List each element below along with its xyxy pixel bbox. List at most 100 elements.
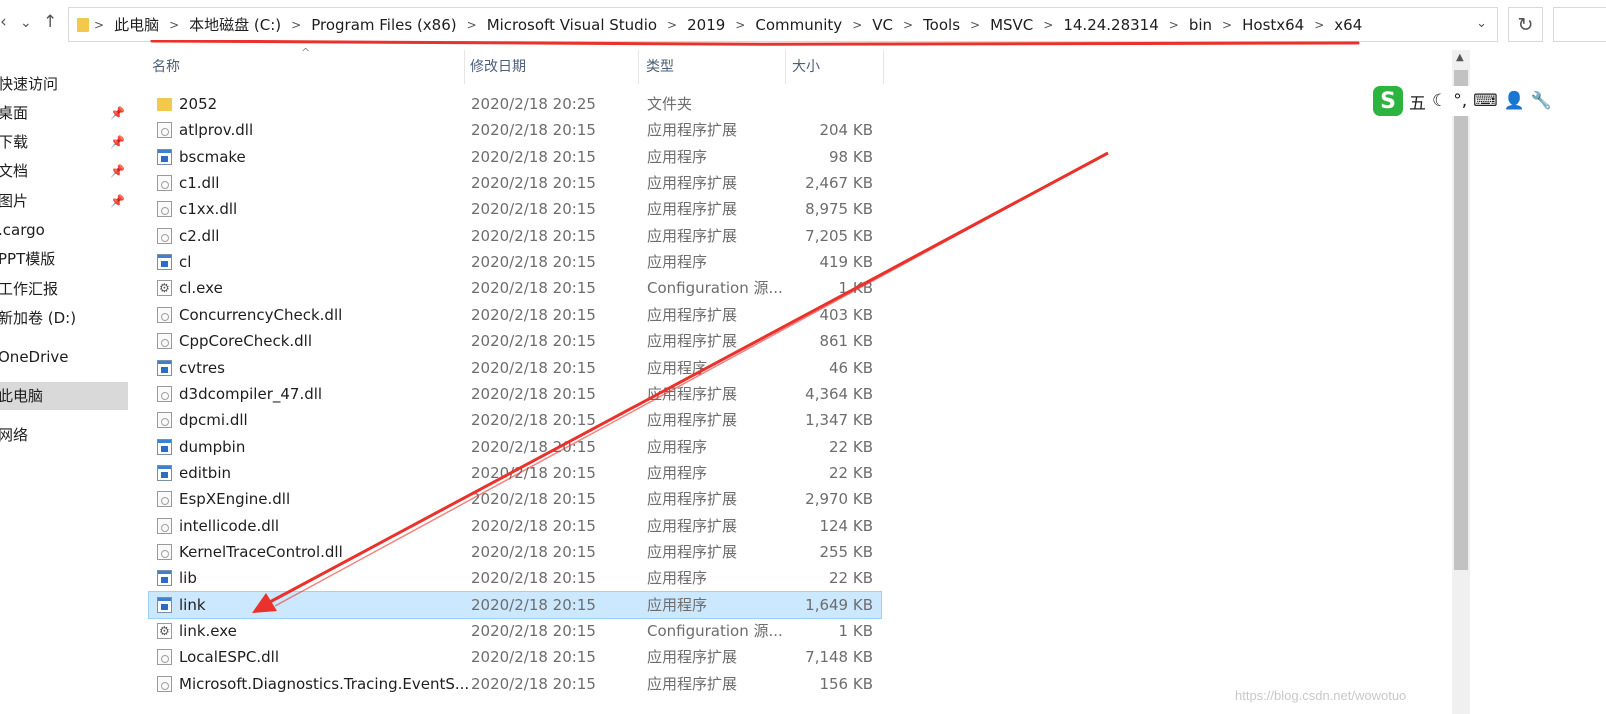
- moon-icon[interactable]: ☾: [1432, 91, 1447, 111]
- column-header-name[interactable]: 名称: [152, 50, 180, 84]
- back-button[interactable]: ‹: [0, 12, 7, 32]
- file-row[interactable]: link 2020/2/18 20:15 应用程序 1,649 KB: [148, 590, 882, 619]
- file-row[interactable]: KernelTraceControl.dll 2020/2/18 20:15 应用程…: [149, 539, 881, 565]
- column-divider[interactable]: [464, 50, 465, 84]
- file-row[interactable]: 2052 2020/2/18 20:25 文件夹: [149, 91, 881, 117]
- file-row[interactable]: ConcurrencyCheck.dll 2020/2/18 20:15 应用程序扩…: [149, 302, 881, 328]
- file-name: c1.dll: [179, 174, 220, 193]
- recent-locations-dropdown[interactable]: ⌄: [20, 15, 32, 31]
- sidebar-item[interactable]: .cargo: [0, 216, 128, 244]
- sogou-logo-icon[interactable]: S: [1373, 86, 1403, 116]
- breadcrumb-item[interactable]: Community: [748, 16, 849, 34]
- file-size: 124 KB: [819, 516, 873, 535]
- file-row[interactable]: d3dcompiler_47.dll 2020/2/18 20:15 应用程序扩展 4…: [149, 381, 881, 407]
- file-name: CppCoreCheck.dll: [179, 332, 313, 351]
- file-row[interactable]: dpcmi.dll 2020/2/18 20:15 应用程序扩展 1,347 KB: [149, 407, 881, 433]
- sidebar-item[interactable]: OneDrive: [0, 343, 128, 371]
- breadcrumb-item[interactable]: Microsoft Visual Studio: [480, 16, 664, 34]
- address-history-dropdown[interactable]: ⌄: [1476, 16, 1487, 31]
- search-box[interactable]: [1553, 7, 1606, 42]
- breadcrumb-item[interactable]: Tools: [916, 16, 967, 34]
- column-header-type[interactable]: 类型: [646, 50, 674, 84]
- column-divider[interactable]: [883, 50, 884, 84]
- sidebar-item[interactable]: 网络: [0, 421, 128, 449]
- sidebar-item[interactable]: 文档 📌: [0, 157, 128, 185]
- breadcrumb-item[interactable]: bin: [1182, 16, 1219, 34]
- up-button[interactable]: ↑: [43, 12, 57, 32]
- breadcrumb-separator-icon[interactable]: >: [967, 18, 983, 32]
- file-row[interactable]: link.exe 2020/2/18 20:15 Configuration 源..…: [149, 618, 881, 644]
- file-name: dpcmi.dll: [179, 411, 248, 430]
- breadcrumb-item[interactable]: 2019: [680, 16, 732, 34]
- breadcrumb-item[interactable]: x64: [1327, 16, 1369, 34]
- sidebar-item[interactable]: 下载 📌: [0, 128, 128, 156]
- breadcrumb-separator-icon[interactable]: >: [288, 18, 304, 32]
- breadcrumb-item[interactable]: VC: [865, 16, 900, 34]
- wubi-mode-icon[interactable]: 五: [1409, 89, 1426, 114]
- breadcrumb-separator-icon[interactable]: >: [900, 18, 916, 32]
- breadcrumb-separator-icon[interactable]: >: [166, 18, 182, 32]
- scrollbar-thumb[interactable]: [1454, 70, 1468, 570]
- file-row[interactable]: EspXEngine.dll 2020/2/18 20:15 应用程序扩展 2,970…: [149, 486, 881, 512]
- column-divider[interactable]: [638, 50, 639, 84]
- breadcrumb-item[interactable]: 此电脑: [107, 14, 166, 35]
- sidebar-item[interactable]: 工作汇报: [0, 275, 128, 303]
- exe-app-icon: [157, 570, 172, 587]
- file-row[interactable]: dumpbin 2020/2/18 20:15 应用程序 22 KB: [149, 434, 881, 460]
- file-row[interactable]: cl 2020/2/18 20:15 应用程序 419 KB: [149, 249, 881, 275]
- file-row[interactable]: c1xx.dll 2020/2/18 20:15 应用程序扩展 8,975 KB: [149, 196, 881, 222]
- file-row[interactable]: bscmake 2020/2/18 20:15 应用程序 98 KB: [149, 144, 881, 170]
- keyboard-icon[interactable]: ⌨: [1473, 91, 1498, 111]
- breadcrumb-item[interactable]: Program Files (x86): [304, 16, 463, 34]
- column-divider[interactable]: [785, 50, 786, 84]
- breadcrumb-separator-icon[interactable]: >: [1040, 18, 1056, 32]
- file-row[interactable]: c2.dll 2020/2/18 20:15 应用程序扩展 7,205 KB: [149, 223, 881, 249]
- file-row[interactable]: Microsoft.Diagnostics.Tracing.EventS... 2…: [149, 671, 881, 697]
- sidebar-item-label: 新加卷 (D:): [0, 309, 77, 327]
- punctuation-icon[interactable]: °,: [1453, 91, 1467, 111]
- pin-icon[interactable]: 📌: [110, 128, 125, 156]
- file-row[interactable]: CppCoreCheck.dll 2020/2/18 20:15 应用程序扩展 861…: [149, 328, 881, 354]
- refresh-button[interactable]: ↻: [1508, 7, 1543, 42]
- ime-toolbar[interactable]: S 五 ☾ °, ⌨ 👤 🔧: [1373, 86, 1606, 116]
- column-header-date[interactable]: 修改日期: [470, 50, 526, 84]
- file-row[interactable]: lib 2020/2/18 20:15 应用程序 22 KB: [149, 565, 881, 591]
- file-type: 应用程序扩展: [647, 174, 738, 193]
- pin-icon[interactable]: 📌: [110, 99, 125, 127]
- wrench-icon[interactable]: 🔧: [1531, 91, 1552, 111]
- sidebar-item[interactable]: PPT模版: [0, 245, 128, 273]
- breadcrumb-separator-icon[interactable]: >: [849, 18, 865, 32]
- red-underline-annotation: [150, 40, 1360, 46]
- breadcrumb-separator-icon[interactable]: >: [1311, 18, 1327, 32]
- breadcrumb-separator-icon[interactable]: >: [732, 18, 748, 32]
- breadcrumb-separator-icon[interactable]: >: [464, 18, 480, 32]
- file-row[interactable]: LocalESPC.dll 2020/2/18 20:15 应用程序扩展 7,148 …: [149, 644, 881, 670]
- breadcrumb-separator-icon[interactable]: >: [1166, 18, 1182, 32]
- breadcrumb-separator-icon[interactable]: >: [91, 18, 107, 32]
- sidebar-item[interactable]: 新加卷 (D:): [0, 304, 128, 332]
- pin-icon[interactable]: 📌: [110, 157, 125, 185]
- file-row[interactable]: editbin 2020/2/18 20:15 应用程序 22 KB: [149, 460, 881, 486]
- file-row[interactable]: intellicode.dll 2020/2/18 20:15 应用程序扩展 124 …: [149, 513, 881, 539]
- dll-file-icon: [157, 175, 172, 192]
- breadcrumb-separator-icon[interactable]: >: [664, 18, 680, 32]
- breadcrumb-separator-icon[interactable]: >: [1219, 18, 1235, 32]
- column-header-size[interactable]: 大小: [792, 50, 820, 84]
- address-bar[interactable]: > 此电脑 > 本地磁盘 (C:) > Program Files (x86) > Micro…: [68, 7, 1498, 42]
- sidebar-item[interactable]: 快速访问: [0, 70, 128, 98]
- breadcrumb-item[interactable]: 本地磁盘 (C:): [182, 14, 288, 35]
- sidebar-item[interactable]: 桌面 📌: [0, 99, 128, 127]
- breadcrumb-item[interactable]: 14.24.28314: [1056, 16, 1165, 34]
- pin-icon[interactable]: 📌: [110, 187, 125, 215]
- file-row[interactable]: atlprov.dll 2020/2/18 20:15 应用程序扩展 204 KB: [149, 117, 881, 143]
- vertical-scrollbar[interactable]: ▲: [1452, 50, 1470, 714]
- scroll-up-arrow-icon[interactable]: ▲: [1456, 52, 1464, 63]
- file-row[interactable]: cvtres 2020/2/18 20:15 应用程序 46 KB: [149, 355, 881, 381]
- file-row[interactable]: c1.dll 2020/2/18 20:15 应用程序扩展 2,467 KB: [149, 170, 881, 196]
- sidebar-item[interactable]: 图片 📌: [0, 187, 128, 215]
- breadcrumb-item[interactable]: MSVC: [983, 16, 1040, 34]
- file-row[interactable]: cl.exe 2020/2/18 20:15 Configuration 源... 1…: [149, 275, 881, 301]
- sidebar-item[interactable]: 此电脑: [0, 382, 128, 410]
- breadcrumb-item[interactable]: Hostx64: [1235, 16, 1311, 34]
- user-icon[interactable]: 👤: [1504, 91, 1525, 111]
